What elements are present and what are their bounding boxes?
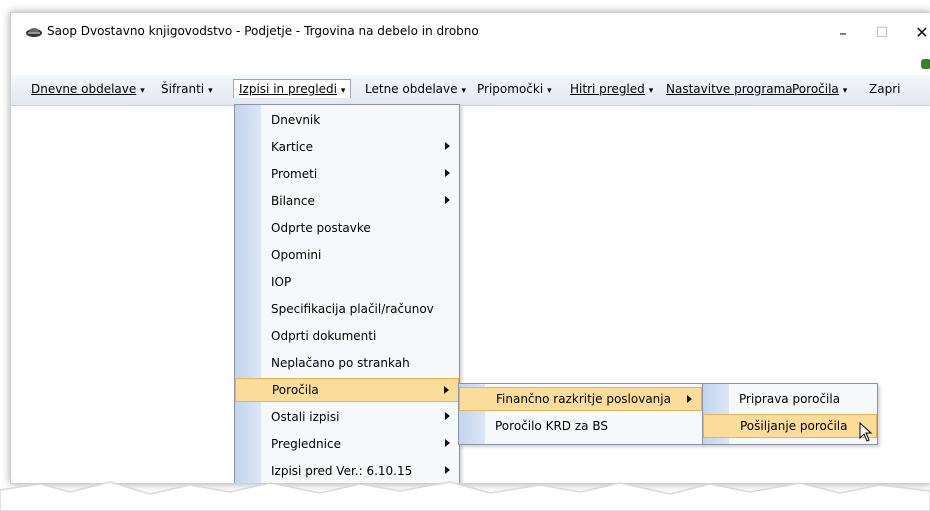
menubar-item-porocila[interactable]: Poročila ▾ — [792, 82, 847, 96]
submenu-arrow-icon — [445, 196, 450, 204]
close-button[interactable]: ✕ — [908, 21, 930, 45]
menu-item-label: Preglednice — [271, 437, 341, 451]
menu-item-label: Bilance — [271, 194, 315, 208]
submenu-arrow-icon — [445, 412, 450, 420]
menubar-item-letne-obdelave[interactable]: Letne obdelave ▾ — [365, 82, 466, 96]
menu-item-financno-razkritje[interactable]: Finančno razkritje poslovanja — [459, 387, 702, 411]
submenu-arrow-icon — [445, 169, 450, 177]
menubar-item-hitri-pregled[interactable]: Hitri pregled ▾ — [570, 82, 653, 96]
menu-item-neplacano-po-strankah[interactable]: Neplačano po strankah — [235, 351, 459, 375]
menu-item-label: Opomini — [271, 248, 322, 262]
toolbar-area — [11, 51, 930, 75]
submenu-arrow-icon — [445, 466, 450, 474]
menu-item-odprte-postavke[interactable]: Odprte postavke — [235, 216, 459, 240]
menu-item-specifikacija-placil[interactable]: Specifikacija plačil/računov — [235, 297, 459, 321]
app-tray-icon[interactable] — [921, 59, 930, 69]
menubar-item-izpisi-in-pregledi[interactable]: Izpisi in pregledi ▾ — [233, 79, 352, 98]
menu-item-label: Pošiljanje poročila — [740, 419, 848, 433]
menu-financno-razkritje: Priprava poročila Pošiljanje poročila — [702, 383, 878, 445]
menu-item-label: Priprava poročila — [739, 392, 841, 406]
menu-item-posiljanje-porocila[interactable]: Pošiljanje poročila — [703, 414, 877, 438]
chevron-down-icon: ▾ — [461, 86, 467, 96]
menu-item-porocila[interactable]: Poročila — [235, 378, 459, 402]
menu-item-preglednice[interactable]: Preglednice — [235, 432, 459, 456]
menu-item-dnevnik[interactable]: Dnevnik — [235, 108, 459, 132]
app-window: Saop Dvostavno knjigovodstvo - Podjetje … — [10, 12, 930, 484]
menu-item-ostali-izpisi[interactable]: Ostali izpisi — [235, 405, 459, 429]
app-logo-icon — [26, 28, 42, 37]
menu-item-odprti-dokumenti[interactable]: Odprti dokumenti — [235, 324, 459, 348]
chevron-down-icon: ▾ — [648, 86, 654, 96]
menubar-item-label: Dnevne obdelave — [31, 82, 137, 96]
menu-porocila: Finančno razkritje poslovanja Poročilo K… — [458, 383, 703, 445]
menubar-item-label: Zapri — [869, 82, 901, 96]
submenu-arrow-icon — [445, 439, 450, 447]
menu-item-label: Ostali izpisi — [271, 410, 340, 424]
title-bar: Saop Dvostavno knjigovodstvo - Podjetje … — [11, 13, 930, 51]
chevron-down-icon: ▾ — [842, 86, 848, 96]
window-title: Saop Dvostavno knjigovodstvo - Podjetje … — [47, 24, 479, 38]
menu-item-kartice[interactable]: Kartice — [235, 135, 459, 159]
menu-item-prometi[interactable]: Prometi — [235, 162, 459, 186]
menubar-item-label: Hitri pregled — [570, 82, 645, 96]
menu-item-label: Poročila — [272, 383, 319, 397]
menubar-item-label: Letne obdelave — [365, 82, 458, 96]
menu-item-iop[interactable]: IOP — [235, 270, 459, 294]
menubar-item-label: Poročila — [792, 82, 839, 96]
menu-item-opomini[interactable]: Opomini — [235, 243, 459, 267]
menubar-item-label: Pripomočki — [477, 82, 544, 96]
menu-item-label: Prometi — [271, 167, 318, 181]
submenu-arrow-icon — [445, 142, 450, 150]
menubar-item-pripomocki[interactable]: Pripomočki ▾ — [477, 82, 552, 96]
menu-item-label: Izpisi pred Ver.: 6.10.15 — [271, 464, 413, 478]
menubar-item-dnevne-obdelave[interactable]: Dnevne obdelave ▾ — [31, 82, 145, 96]
chevron-down-icon: ▾ — [208, 86, 213, 96]
submenu-arrow-icon — [444, 386, 449, 394]
chevron-down-icon: ▾ — [140, 86, 145, 96]
maximize-button[interactable]: ☐ — [868, 21, 896, 45]
chevron-down-icon: ▾ — [340, 86, 346, 96]
menu-item-label: Poročilo KRD za BS — [495, 419, 608, 433]
menu-item-priprava-porocila[interactable]: Priprava poročila — [703, 387, 877, 411]
menu-item-label: IOP — [271, 275, 292, 289]
menu-bar: Dnevne obdelave ▾ Šifranti ▾ Izpisi in pre… — [11, 75, 930, 106]
minimize-button[interactable]: – — [829, 21, 857, 45]
menubar-item-nastavitve-programa[interactable]: Nastavitve programa — [666, 82, 793, 96]
menubar-item-label: Šifranti — [161, 82, 205, 96]
menu-item-bilance[interactable]: Bilance — [235, 189, 459, 213]
torn-edge-decoration — [0, 481, 930, 511]
menu-item-label: Dnevnik — [271, 113, 321, 127]
chevron-down-icon: ▾ — [547, 86, 552, 96]
menu-item-label: Neplačano po strankah — [271, 356, 410, 370]
menu-item-label: Kartice — [271, 140, 313, 154]
menu-item-porocilo-krd[interactable]: Poročilo KRD za BS — [459, 414, 702, 438]
menu-item-label: Odprti dokumenti — [271, 329, 377, 343]
menu-item-label: Odprte postavke — [271, 221, 371, 235]
menubar-item-label: Izpisi in pregledi — [239, 82, 337, 96]
mouse-cursor-icon — [859, 422, 873, 442]
menu-item-label: Finančno razkritje poslovanja — [496, 392, 671, 406]
menubar-item-label: Nastavitve programa — [666, 82, 793, 96]
menu-item-label: Specifikacija plačil/računov — [271, 302, 434, 316]
submenu-arrow-icon — [687, 395, 692, 403]
menubar-item-sifranti[interactable]: Šifranti ▾ — [161, 82, 213, 96]
menu-izpisi-in-pregledi: Dnevnik Kartice Prometi Bilance Odprte p… — [234, 104, 460, 483]
menubar-item-zapri[interactable]: Zapri — [869, 82, 900, 96]
